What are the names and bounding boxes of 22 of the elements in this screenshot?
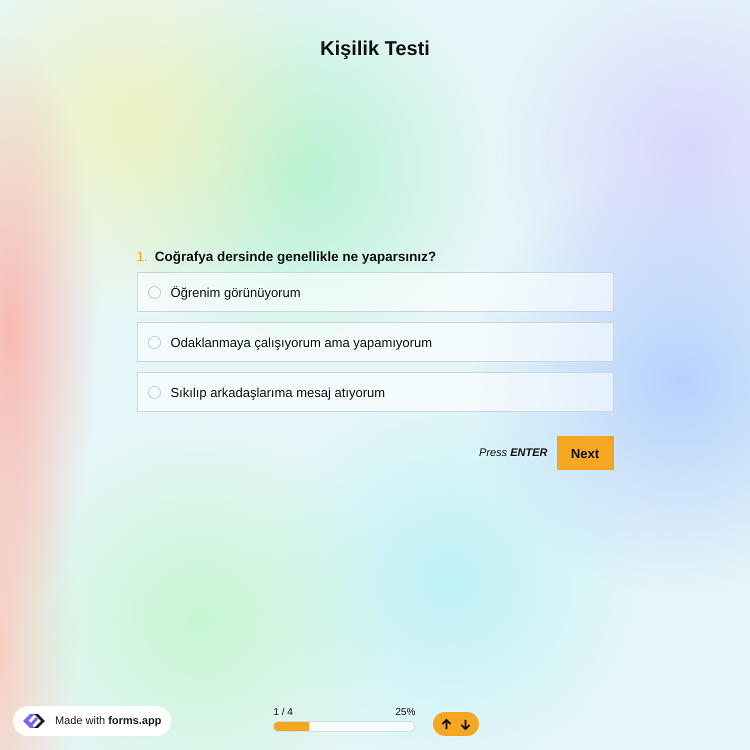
question-text: Coğrafya dersinde genellikle ne yaparsınız?	[154, 249, 436, 264]
radio-button[interactable]	[148, 286, 160, 298]
form-title: Kişilik Testi	[320, 38, 430, 62]
badge-text: Made with forms.app	[55, 715, 162, 727]
radio-button[interactable]	[148, 336, 160, 348]
option-label: Öğrenim görünüyorum	[170, 284, 301, 300]
made-with-badge[interactable]: Made with forms.app	[13, 706, 172, 736]
next-question-button[interactable]	[460, 718, 472, 730]
arrow-down-icon	[460, 718, 472, 730]
answer-option[interactable]: Odaklanmaya çalışıyorum ama yapamıyorum	[136, 322, 614, 362]
option-label: Sıkılıp arkadaşlarıma mesaj atıyorum	[170, 384, 386, 400]
answer-option[interactable]: Sıkılıp arkadaşlarıma mesaj atıyorum	[136, 372, 614, 412]
radio-button[interactable]	[148, 386, 160, 398]
progress-step: 1 / 4	[273, 707, 293, 718]
progress-percent: 25%	[395, 707, 416, 718]
arrow-up-icon	[441, 718, 452, 730]
question-number: 1.	[136, 249, 148, 264]
previous-button[interactable]	[441, 718, 452, 730]
answer-option[interactable]: Öğrenim görünüyorum	[136, 272, 614, 312]
option-label: Odaklanmaya çalışıyorum ama yapamıyorum	[170, 334, 432, 350]
enter-hint: Press ENTER	[479, 447, 548, 459]
next-button[interactable]: Next	[556, 436, 614, 470]
